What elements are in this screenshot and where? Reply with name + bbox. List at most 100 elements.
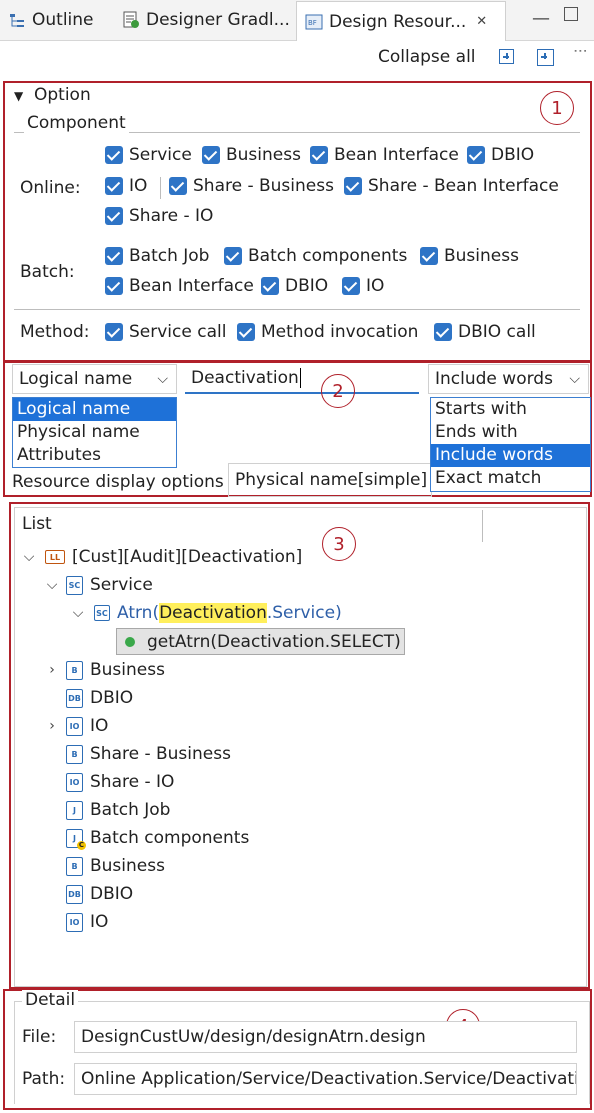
tree-node-atrn-service[interactable]: ⌵ SC Atrn(Deactivation .Service)	[70, 600, 342, 626]
callout-number-2: 2	[321, 374, 355, 408]
collapse-all-button[interactable]: Collapse all	[378, 47, 476, 67]
list-header: List	[22, 514, 52, 534]
checkbox-batch-dbio[interactable]: DBIO	[261, 276, 328, 296]
tree-node-service[interactable]: ⌵ SC Service	[44, 572, 153, 598]
tree-node-dbio[interactable]: DB DBIO	[44, 685, 133, 711]
chevron-down-icon[interactable]: ⌵	[44, 577, 60, 593]
checkbox-online-io[interactable]: IO	[105, 176, 147, 196]
chevron-right-icon[interactable]: ›	[44, 718, 60, 734]
dbio-icon: DB	[66, 688, 83, 708]
batch-label: Batch:	[20, 262, 75, 282]
checkbox-method-service-call[interactable]: Service call	[105, 322, 226, 342]
match-type-dropdown: Starts with Ends with Include words Exac…	[430, 397, 591, 492]
checkbox-online-share-business[interactable]: Share - Business	[169, 176, 334, 196]
display-option-field[interactable]: Physical name[simple]	[228, 463, 432, 497]
io-icon: IO	[66, 716, 83, 736]
path-label: Path:	[22, 1069, 66, 1089]
tree-node-batch-io[interactable]: IO IO	[44, 909, 108, 935]
column-divider	[482, 510, 483, 542]
checkbox-online-service[interactable]: Service	[105, 145, 192, 165]
checkbox-online-business[interactable]: Business	[202, 145, 301, 165]
checkbox-batch-io[interactable]: IO	[342, 276, 384, 296]
chevron-down-icon[interactable]: ⌵	[70, 605, 86, 621]
display-options-label: Resource display options	[12, 472, 224, 492]
dropdown-option[interactable]: Physical name	[13, 421, 176, 444]
view-menu-icon[interactable]: ⋮	[572, 44, 588, 58]
dropdown-option[interactable]: Starts with	[431, 398, 590, 421]
checkbox-batch-job[interactable]: Batch Job	[105, 246, 209, 266]
method-label: Method:	[20, 322, 90, 342]
tab-label: Design Resour...	[329, 11, 467, 32]
tree-node-batch-dbio[interactable]: DB DBIO	[44, 881, 133, 907]
chevron-down-icon[interactable]: ⌵	[21, 549, 37, 565]
component-group-title: Component	[24, 113, 129, 133]
expand-all-icon[interactable]	[537, 49, 554, 66]
collapse-triangle-icon[interactable]: ▼	[14, 89, 23, 103]
chevron-right-icon[interactable]: ›	[44, 662, 60, 678]
dbio-icon: DB	[66, 884, 83, 904]
tree-node-batch-business[interactable]: B Business	[44, 853, 165, 879]
tree-node-io[interactable]: › IO IO	[44, 713, 108, 739]
checkbox-batch-components[interactable]: Batch components	[224, 246, 407, 266]
checkbox-online-share-bean-interface[interactable]: Share - Bean Interface	[344, 176, 559, 196]
expand-icon[interactable]	[499, 49, 514, 64]
resource-path-field[interactable]: Online Application/Service/Deactivation.…	[74, 1063, 577, 1095]
batch-job-icon: J	[66, 800, 83, 820]
divider	[160, 177, 161, 199]
checkbox-batch-business[interactable]: Business	[420, 246, 519, 266]
name-type-select[interactable]: Logical name ⌵	[12, 364, 177, 394]
tree-node-batch-job[interactable]: J Batch Job	[44, 797, 170, 823]
service-component-icon: SC	[66, 575, 83, 595]
business-icon: B	[66, 660, 83, 680]
tab-designer-gradle[interactable]: Designer Gradl...	[122, 0, 290, 40]
svg-text:BF: BF	[308, 19, 317, 27]
dropdown-option[interactable]: Attributes	[13, 444, 176, 467]
name-type-dropdown: Logical name Physical name Attributes	[12, 397, 177, 468]
gradle-icon	[123, 11, 139, 28]
callout-number-3: 3	[322, 527, 356, 561]
file-label: File:	[22, 1027, 57, 1047]
tab-outline[interactable]: Outline	[8, 0, 94, 40]
design-resource-icon: BF	[305, 14, 323, 29]
tree-node-share-business[interactable]: B Share - Business	[44, 741, 231, 767]
checkbox-method-invocation[interactable]: Method invocation	[237, 322, 418, 342]
chevron-down-icon: ⌵	[569, 371, 580, 387]
dropdown-option[interactable]: Exact match	[431, 467, 590, 490]
method-icon	[125, 636, 135, 647]
checkbox-method-dbio-call[interactable]: DBIO call	[434, 322, 536, 342]
checkbox-batch-bean-interface[interactable]: Bean Interface	[105, 276, 254, 296]
option-section-title: Option	[34, 85, 91, 105]
dropdown-option[interactable]: Include words	[431, 444, 590, 467]
search-input[interactable]: Deactivation	[185, 364, 419, 394]
tree-node-batch-components[interactable]: JC Batch components	[44, 825, 249, 851]
business-icon: B	[66, 856, 83, 876]
tree-node-get-atrn-selected[interactable]: getAtrn(Deactivation.SELECT)	[116, 628, 405, 655]
file-path-field[interactable]: DesignCustUw/design/designAtrn.design	[74, 1021, 577, 1053]
tab-label: Outline	[32, 10, 94, 30]
tab-design-resource[interactable]: BF Design Resour... ✕	[296, 1, 506, 41]
online-label: Online:	[20, 178, 81, 198]
tree-node-share-io[interactable]: IO Share - IO	[44, 769, 174, 795]
batch-component-icon: JC	[66, 828, 86, 850]
io-icon: IO	[66, 912, 83, 932]
detail-group-title: Detail	[22, 990, 79, 1010]
service-component-icon: SC	[94, 605, 110, 621]
minimize-icon[interactable]: —	[532, 8, 550, 29]
chevron-down-icon: ⌵	[157, 371, 168, 387]
business-icon: B	[66, 744, 83, 764]
checkbox-online-dbio[interactable]: DBIO	[467, 145, 534, 165]
outline-icon	[10, 14, 24, 27]
callout-number-1: 1	[540, 91, 574, 125]
folder-icon: LL	[45, 550, 65, 564]
match-type-select[interactable]: Include words ⌵	[428, 364, 589, 394]
dropdown-option[interactable]: Ends with	[431, 421, 590, 444]
checkbox-online-bean-interface[interactable]: Bean Interface	[310, 145, 459, 165]
tab-label: Designer Gradl...	[146, 10, 290, 30]
dropdown-option[interactable]: Logical name	[13, 398, 176, 421]
tree-node-root[interactable]: ⌵ LL [Cust][Audit][Deactivation]	[21, 544, 303, 570]
checkbox-online-share-io[interactable]: Share - IO	[105, 206, 213, 226]
io-icon: IO	[66, 772, 83, 792]
maximize-icon[interactable]	[564, 7, 578, 21]
tree-node-business[interactable]: › B Business	[44, 657, 165, 683]
close-icon[interactable]: ✕	[476, 14, 487, 29]
